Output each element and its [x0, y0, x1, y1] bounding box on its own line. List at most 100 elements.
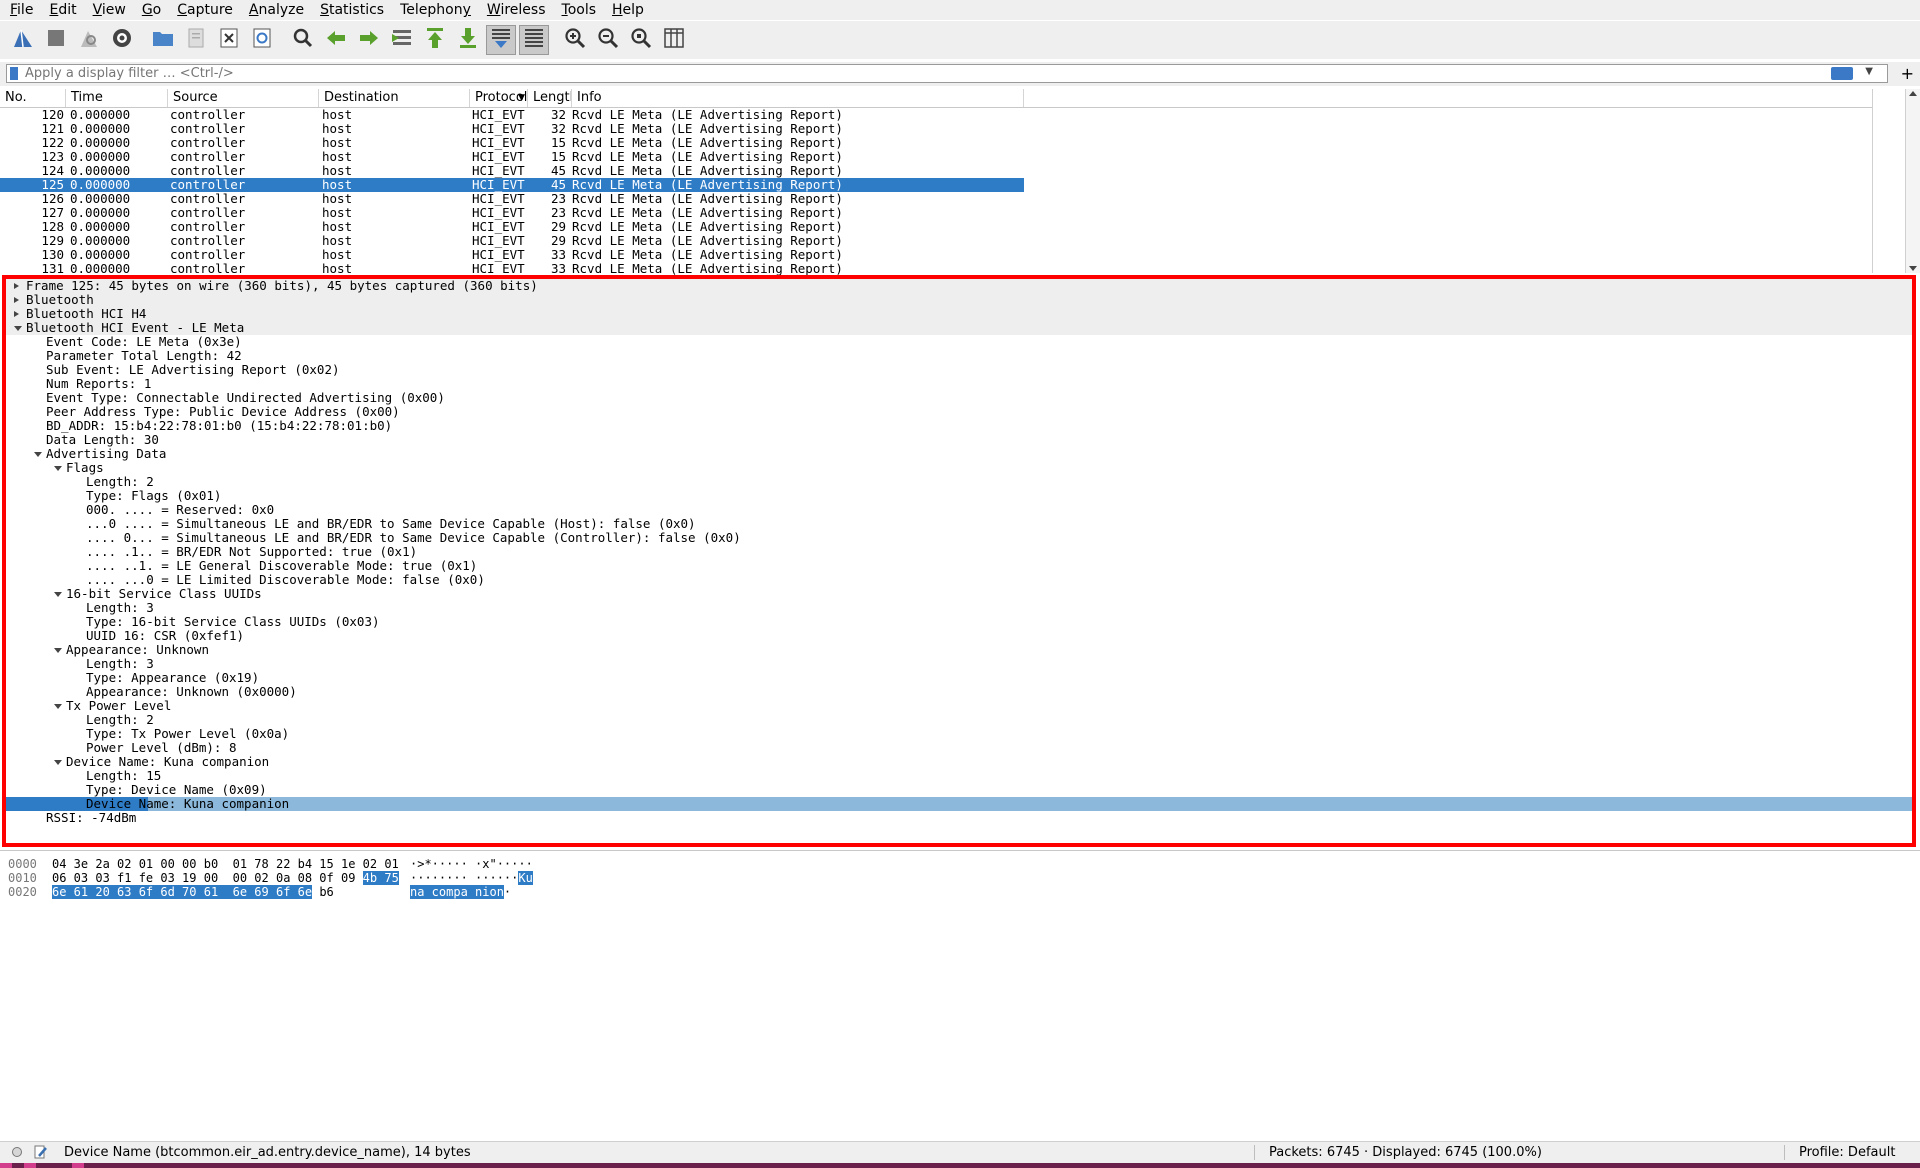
start-capture-button[interactable] — [8, 25, 38, 55]
auto-scroll-button[interactable] — [486, 25, 516, 55]
scroll-down-icon[interactable] — [1909, 266, 1917, 271]
detail-tree-item[interactable]: Parameter Total Length: 42 — [6, 349, 1912, 363]
bytes-hex[interactable]: 6e 61 20 63 6f 6d 70 61 6e 69 6f 6e b6 — [52, 885, 334, 899]
capture-options-button[interactable] — [107, 25, 137, 55]
menu-analyze[interactable]: Analyze — [239, 0, 310, 20]
detail-tree-item[interactable]: Bluetooth HCI H4 — [6, 307, 1912, 321]
packet-row[interactable]: 126 0.000000 controller host HCI_EVT 23 Rcvd L… — [0, 192, 1024, 206]
last-packet-button[interactable] — [453, 25, 483, 55]
packet-list-scrollbar[interactable] — [1905, 89, 1920, 273]
detail-tree-item[interactable]: Bluetooth — [6, 293, 1912, 307]
bytes-hex[interactable]: 04 3e 2a 02 01 00 00 b0 01 78 22 b4 15 1… — [52, 857, 399, 871]
detail-tree-item[interactable]: Appearance: Unknown (0x0000) — [6, 685, 1912, 699]
close-file-button[interactable] — [214, 25, 244, 55]
apply-filter-arrow-icon[interactable] — [1831, 67, 1853, 80]
detail-tree-item[interactable]: .... ...0 = LE Limited Discoverable Mode… — [6, 573, 1912, 587]
detail-tree-item[interactable]: BD_ADDR: 15:b4:22:78:01:b0 (15:b4:22:78:… — [6, 419, 1912, 433]
detail-tree-item[interactable]: Sub Event: LE Advertising Report (0x02) — [6, 363, 1912, 377]
resize-columns-button[interactable] — [659, 25, 689, 55]
scroll-up-icon[interactable] — [1909, 91, 1917, 96]
packet-row[interactable]: 121 0.000000 controller host HCI_EVT 32 Rcvd L… — [0, 122, 1024, 136]
tree-expanded-icon[interactable] — [54, 592, 62, 597]
packet-row[interactable]: 122 0.000000 controller host HCI_EVT 15 Rcvd L… — [0, 136, 1024, 150]
menu-help[interactable]: Help — [602, 0, 650, 20]
find-packet-button[interactable] — [288, 25, 318, 55]
packet-row[interactable]: 127 0.000000 controller host HCI_EVT 23 Rcvd L… — [0, 206, 1024, 220]
packet-row[interactable]: 130 0.000000 controller host HCI_EVT 33 Rcvd L… — [0, 248, 1024, 262]
menu-file[interactable]: File — [0, 0, 39, 20]
packet-row[interactable]: 124 0.000000 controller host HCI_EVT 45 Rcvd L… — [0, 164, 1024, 178]
packet-row[interactable]: 131 0.000000 controller host HCI_EVT 33 Rcvd L… — [0, 262, 1024, 276]
detail-tree-item[interactable]: Num Reports: 1 — [6, 377, 1912, 391]
detail-tree-item[interactable]: Type: 16-bit Service Class UUIDs (0x03) — [6, 615, 1912, 629]
detail-tree-item[interactable]: Type: Tx Power Level (0x0a) — [6, 727, 1912, 741]
bytes-ascii[interactable]: na compa nion· — [410, 885, 511, 899]
bytes-hex[interactable]: 06 03 03 f1 fe 03 19 00 00 02 0a 08 0f 0… — [52, 871, 399, 885]
open-file-button[interactable] — [148, 25, 178, 55]
detail-tree-item[interactable]: Bluetooth HCI Event - LE Meta — [6, 321, 1912, 335]
display-filter-input[interactable] — [25, 65, 1825, 82]
detail-tree-item[interactable]: Event Code: LE Meta (0x3e) — [6, 335, 1912, 349]
detail-tree-item[interactable]: UUID 16: CSR (0xfef1) — [6, 629, 1912, 643]
go-back-button[interactable] — [321, 25, 351, 55]
zoom-out-button[interactable] — [593, 25, 623, 55]
detail-tree-item[interactable]: Device Name: Kuna companion — [6, 797, 1912, 811]
column-header-protocol[interactable]: Protocol ▼ — [470, 89, 528, 107]
first-packet-button[interactable] — [420, 25, 450, 55]
colorize-button[interactable] — [519, 25, 549, 55]
detail-tree-item[interactable]: Type: Device Name (0x09) — [6, 783, 1912, 797]
detail-tree-item[interactable]: Frame 125: 45 bytes on wire (360 bits), … — [6, 279, 1912, 293]
detail-tree-item[interactable]: Length: 2 — [6, 475, 1912, 489]
packet-row[interactable]: 129 0.000000 controller host HCI_EVT 29 Rcvd L… — [0, 234, 1024, 248]
tree-expanded-icon[interactable] — [54, 648, 62, 653]
detail-tree-item[interactable]: Event Type: Connectable Undirected Adver… — [6, 391, 1912, 405]
normal-size-button[interactable] — [626, 25, 656, 55]
capture-comment-pencil-icon[interactable] — [34, 1145, 48, 1163]
detail-tree-item[interactable]: .... 0... = Simultaneous LE and BR/EDR t… — [6, 531, 1912, 545]
tree-expanded-icon[interactable] — [54, 466, 62, 471]
detail-tree-item[interactable]: Type: Appearance (0x19) — [6, 671, 1912, 685]
detail-tree-item[interactable]: Advertising Data — [6, 447, 1912, 461]
tree-expanded-icon[interactable] — [54, 760, 62, 765]
detail-tree-item[interactable]: .... .1.. = BR/EDR Not Supported: true (… — [6, 545, 1912, 559]
detail-tree-item[interactable]: Power Level (dBm): 8 — [6, 741, 1912, 755]
column-header-length[interactable]: Length — [528, 89, 572, 107]
bytes-ascii[interactable]: ·>*····· ·x"····· — [410, 857, 533, 871]
detail-tree-item[interactable]: RSSI: -74dBm — [6, 811, 1912, 825]
tree-collapsed-icon[interactable] — [14, 283, 19, 289]
restart-capture-button[interactable] — [74, 25, 104, 55]
menu-statistics[interactable]: Statistics — [310, 0, 390, 20]
menu-go[interactable]: Go — [132, 0, 167, 20]
bookmark-icon[interactable] — [10, 67, 18, 80]
add-filter-button-plus-icon[interactable]: + — [1901, 62, 1914, 86]
save-file-button[interactable] — [181, 25, 211, 55]
filter-dropdown-chevron-icon[interactable]: ▼ — [1865, 66, 1873, 77]
packet-row[interactable]: 128 0.000000 controller host HCI_EVT 29 Rcvd L… — [0, 220, 1024, 234]
detail-tree-item[interactable]: Peer Address Type: Public Device Address… — [6, 405, 1912, 419]
detail-tree-item[interactable]: Type: Flags (0x01) — [6, 489, 1912, 503]
packet-row[interactable]: 120 0.000000 controller host HCI_EVT 32 Rcvd L… — [0, 108, 1024, 122]
packet-row[interactable]: 125 0.000000 controller host HCI_EVT 45 Rcvd L… — [0, 178, 1024, 192]
detail-tree-item[interactable]: Data Length: 30 — [6, 433, 1912, 447]
column-header-info[interactable]: Info — [572, 89, 1024, 107]
detail-tree-item[interactable]: Length: 3 — [6, 601, 1912, 615]
go-to-packet-button[interactable] — [387, 25, 417, 55]
detail-tree-item[interactable]: ...0 .... = Simultaneous LE and BR/EDR t… — [6, 517, 1912, 531]
menu-telephony[interactable]: Telephony — [390, 0, 477, 20]
detail-tree-item[interactable]: 000. .... = Reserved: 0x0 — [6, 503, 1912, 517]
tree-collapsed-icon[interactable] — [14, 297, 19, 303]
menu-capture[interactable]: Capture — [167, 0, 239, 20]
tree-expanded-icon[interactable] — [54, 704, 62, 709]
detail-tree-item[interactable]: .... ..1. = LE General Discoverable Mode… — [6, 559, 1912, 573]
packet-row[interactable]: 123 0.000000 controller host HCI_EVT 15 Rcvd L… — [0, 150, 1024, 164]
menu-tools[interactable]: Tools — [552, 0, 603, 20]
status-profile[interactable]: Profile: Default — [1799, 1142, 1895, 1163]
detail-tree-item[interactable]: Tx Power Level — [6, 699, 1912, 713]
detail-tree-item[interactable]: Flags — [6, 461, 1912, 475]
expert-info-status-icon[interactable] — [12, 1147, 22, 1157]
zoom-in-button[interactable] — [560, 25, 590, 55]
tree-collapsed-icon[interactable] — [14, 311, 19, 317]
detail-tree-item[interactable]: Device Name: Kuna companion — [6, 755, 1912, 769]
bytes-ascii[interactable]: ········ ······Ku — [410, 871, 533, 885]
stop-capture-button[interactable] — [41, 25, 71, 55]
